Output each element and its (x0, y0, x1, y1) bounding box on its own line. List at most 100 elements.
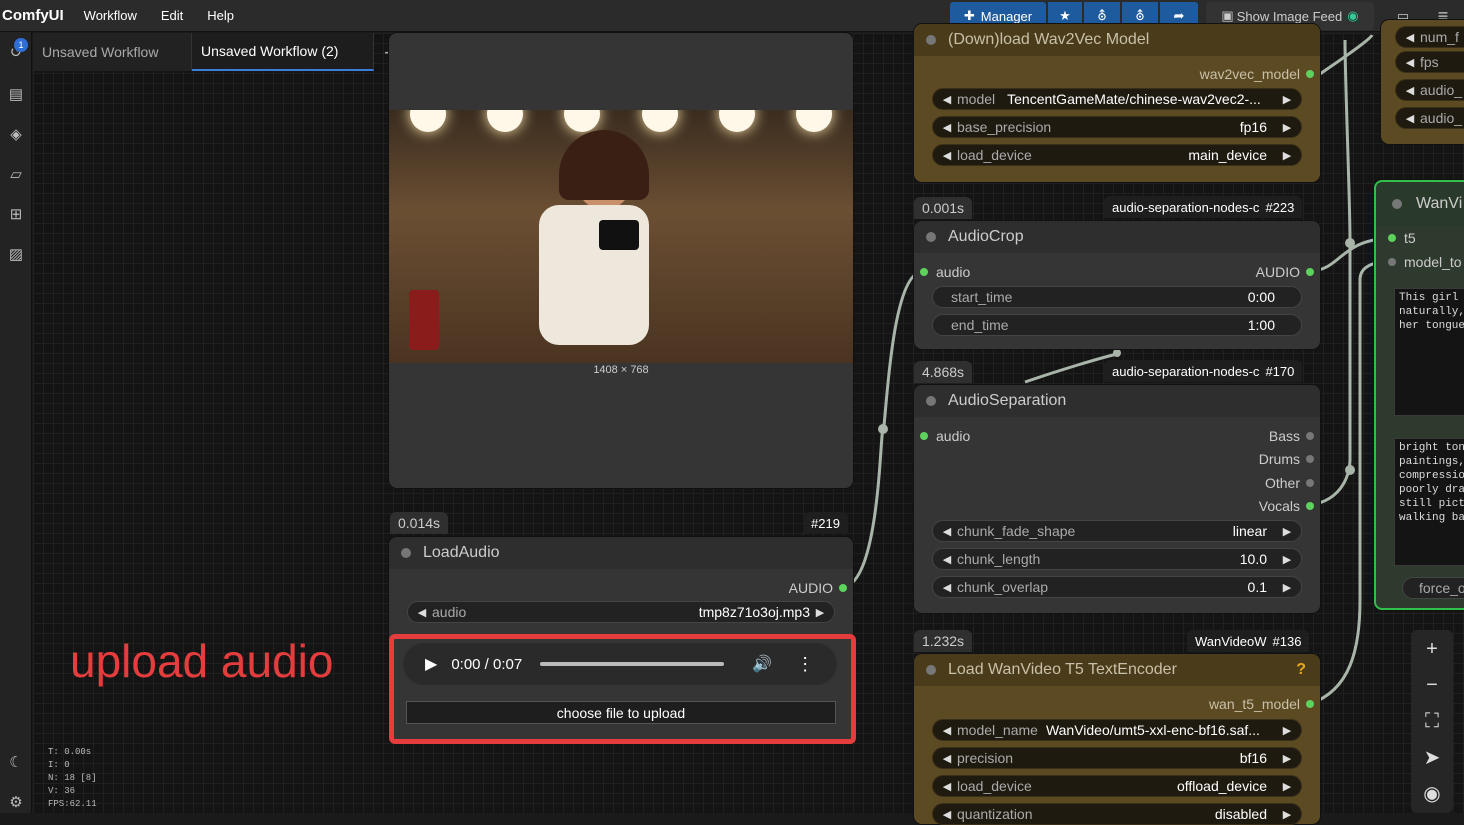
t5-output[interactable]: wan_t5_model (1209, 694, 1314, 714)
menu-workflow[interactable]: Workflow (84, 8, 137, 23)
load-audio-output[interactable]: AUDIO (789, 578, 847, 598)
t5-encoder-node[interactable]: Load WanVideo T5 TextEncoder ? wan_t5_mo… (914, 654, 1320, 825)
num-frames-input[interactable]: ◀ num_f (1395, 26, 1464, 48)
arrow-left-icon[interactable]: ◀ (939, 780, 955, 793)
audio-crop-node[interactable]: AudioCrop audio AUDIO start_time 0:00 end… (914, 221, 1320, 349)
t5-title[interactable]: Load WanVideo T5 TextEncoder ? (914, 654, 1320, 686)
t5-source-badge: WanVideoW #136 (1187, 630, 1310, 652)
wav2vec-output[interactable]: wav2vec_model (1200, 64, 1314, 84)
end-time-input[interactable]: end_time 1:00 (932, 314, 1302, 336)
node-library-button[interactable]: ▤ (4, 82, 28, 106)
arrow-left-icon[interactable]: ◀ (939, 724, 955, 737)
arrow-right-icon[interactable]: ▶ (1279, 553, 1295, 566)
arrow-left-icon[interactable]: ◀ (1402, 112, 1418, 125)
arrow-left-icon[interactable]: ◀ (939, 553, 955, 566)
negative-prompt-textarea[interactable]: bright tone paintings, compression poorl… (1394, 438, 1464, 566)
start-time-input[interactable]: start_time 0:00 (932, 286, 1302, 308)
arrow-right-icon[interactable]: ▶ (1279, 752, 1295, 765)
audio-crop-output[interactable]: AUDIO (1256, 262, 1314, 282)
templates-button[interactable]: ⊞ (4, 202, 28, 226)
arrow-right-icon[interactable]: ▶ (1279, 724, 1295, 737)
force-offload-toggle[interactable]: force_o (1402, 577, 1464, 599)
preview-image (389, 110, 853, 363)
arrow-left-icon[interactable]: ◀ (939, 525, 955, 538)
input-model-to[interactable]: model_to (1388, 252, 1462, 272)
arrow-left-icon[interactable]: ◀ (414, 606, 430, 619)
fps-input[interactable]: ◀ fps (1395, 51, 1464, 73)
select-mode-button[interactable]: ➤ (1411, 742, 1453, 772)
t5-device-select[interactable]: ◀ load_device offload_device ▶ (932, 775, 1302, 797)
help-icon[interactable]: ? (1296, 661, 1306, 679)
menu-help[interactable]: Help (207, 8, 234, 23)
audio-separation-node[interactable]: AudioSeparation audio Bass Drums Other V… (914, 385, 1320, 613)
menu-edit[interactable]: Edit (161, 8, 183, 23)
minus-icon: − (1426, 673, 1438, 696)
queue-history-button[interactable]: ↺ 1 (4, 38, 28, 64)
t5-precision-select[interactable]: ◀ precision bf16 ▶ (932, 747, 1302, 769)
audio-file-select[interactable]: ◀ audio tmp8z71o3oj.mp3 ▶ (407, 601, 835, 623)
audio-crop-title[interactable]: AudioCrop (914, 221, 1320, 253)
audio-crop-input[interactable]: audio (920, 262, 970, 282)
audio-input-2[interactable]: ◀ audio_ (1395, 107, 1464, 129)
tab-unsaved-workflow-2[interactable]: Unsaved Workflow (2) (192, 33, 374, 71)
arrow-left-icon[interactable]: ◀ (939, 93, 955, 106)
image-icon: ▣ (1221, 8, 1234, 23)
arrow-left-icon[interactable]: ◀ (1402, 84, 1418, 97)
chunk-length-input[interactable]: ◀ chunk_length 10.0 ▶ (932, 548, 1302, 570)
arrow-right-icon[interactable]: ▶ (1279, 780, 1295, 793)
wav2vec-node[interactable]: (Down)load Wav2Vec Model wav2vec_model ◀… (914, 24, 1320, 182)
gallery-button[interactable]: ▨ (4, 242, 28, 266)
t5-model-select[interactable]: ◀ model_name WanVideo/umt5-xxl-enc-bf16.sa… (932, 719, 1302, 741)
output-drums[interactable]: Drums (1259, 449, 1314, 469)
t5-quantization-select[interactable]: ◀ quantization disabled ▶ (932, 803, 1302, 825)
wav2vec-title[interactable]: (Down)load Wav2Vec Model (914, 24, 1320, 56)
output-other[interactable]: Other (1265, 473, 1314, 493)
arrow-left-icon[interactable]: ◀ (1402, 56, 1418, 69)
theme-toggle-button[interactable]: ☾ (4, 750, 28, 774)
zoom-in-button[interactable]: + (1411, 634, 1453, 664)
load-audio-title[interactable]: LoadAudio (389, 537, 853, 569)
arrow-left-icon[interactable]: ◀ (939, 581, 955, 594)
input-t5[interactable]: t5 (1388, 228, 1416, 248)
wav2vec-device-select[interactable]: ◀ load_device main_device ▶ (932, 144, 1302, 166)
arrow-right-icon[interactable]: ▶ (1279, 93, 1295, 106)
audio-input-1[interactable]: ◀ audio_ (1395, 79, 1464, 101)
audio-sep-input[interactable]: audio (920, 426, 970, 446)
chunk-overlap-input[interactable]: ◀ chunk_overlap 0.1 ▶ (932, 576, 1302, 598)
arrow-left-icon[interactable]: ◀ (939, 121, 955, 134)
arrow-right-icon[interactable]: ▶ (1279, 149, 1295, 162)
arrow-left-icon[interactable]: ◀ (939, 752, 955, 765)
settings-button[interactable]: ⚙ (4, 790, 28, 814)
arrow-left-icon[interactable]: ◀ (939, 808, 955, 821)
tab-unsaved-workflow[interactable]: Unsaved Workflow (33, 33, 192, 71)
audio-crop-time-badge: 0.001s (914, 197, 973, 219)
wanvideo-text-encode-node[interactable]: WanVi t5 model_to This girl naturally, h… (1374, 180, 1464, 610)
t5-time-badge: 1.232s (914, 630, 973, 652)
right-partial-node[interactable]: ◀ num_f ◀ fps ◀ audio_ ◀ audio_ (1381, 20, 1464, 144)
fit-view-button[interactable]: ⛶ (1411, 706, 1453, 736)
wanvi-title[interactable]: WanVi (1376, 182, 1464, 226)
output-bass[interactable]: Bass (1269, 426, 1314, 446)
wav2vec-model-select[interactable]: ◀ model TencentGameMate/chinese-wav2vec2-.… (932, 88, 1302, 110)
arrow-left-icon[interactable]: ◀ (1402, 31, 1418, 44)
model-library-button[interactable]: ◈ (4, 122, 28, 146)
zoom-out-button[interactable]: − (1411, 670, 1453, 700)
canvas-controls: + − ⛶ ➤ ◉ (1411, 630, 1453, 813)
image-preview-node[interactable]: 1408 × 768 (389, 33, 853, 488)
arrow-right-icon[interactable]: ▶ (1279, 525, 1295, 538)
workflows-button[interactable]: ▱ (4, 162, 28, 186)
toggle-links-button[interactable]: ◉ (1411, 778, 1453, 808)
cube-icon: ◈ (10, 126, 22, 143)
output-vocals[interactable]: Vocals (1259, 496, 1314, 516)
chunk-fade-shape-select[interactable]: ◀ chunk_fade_shape linear ▶ (932, 520, 1302, 542)
model-icon: ⛢ (1097, 8, 1107, 23)
arrow-left-icon[interactable]: ◀ (939, 149, 955, 162)
arrow-right-icon[interactable]: ▶ (1279, 121, 1295, 134)
wav2vec-precision-select[interactable]: ◀ base_precision fp16 ▶ (932, 116, 1302, 138)
audio-sep-title[interactable]: AudioSeparation (914, 385, 1320, 417)
positive-prompt-textarea[interactable]: This girl naturally, her tongue (1394, 288, 1464, 416)
image-dimensions: 1408 × 768 (593, 364, 649, 376)
arrow-right-icon[interactable]: ▶ (1279, 581, 1295, 594)
arrow-right-icon[interactable]: ▶ (1279, 808, 1295, 821)
arrow-right-icon[interactable]: ▶ (812, 606, 828, 619)
